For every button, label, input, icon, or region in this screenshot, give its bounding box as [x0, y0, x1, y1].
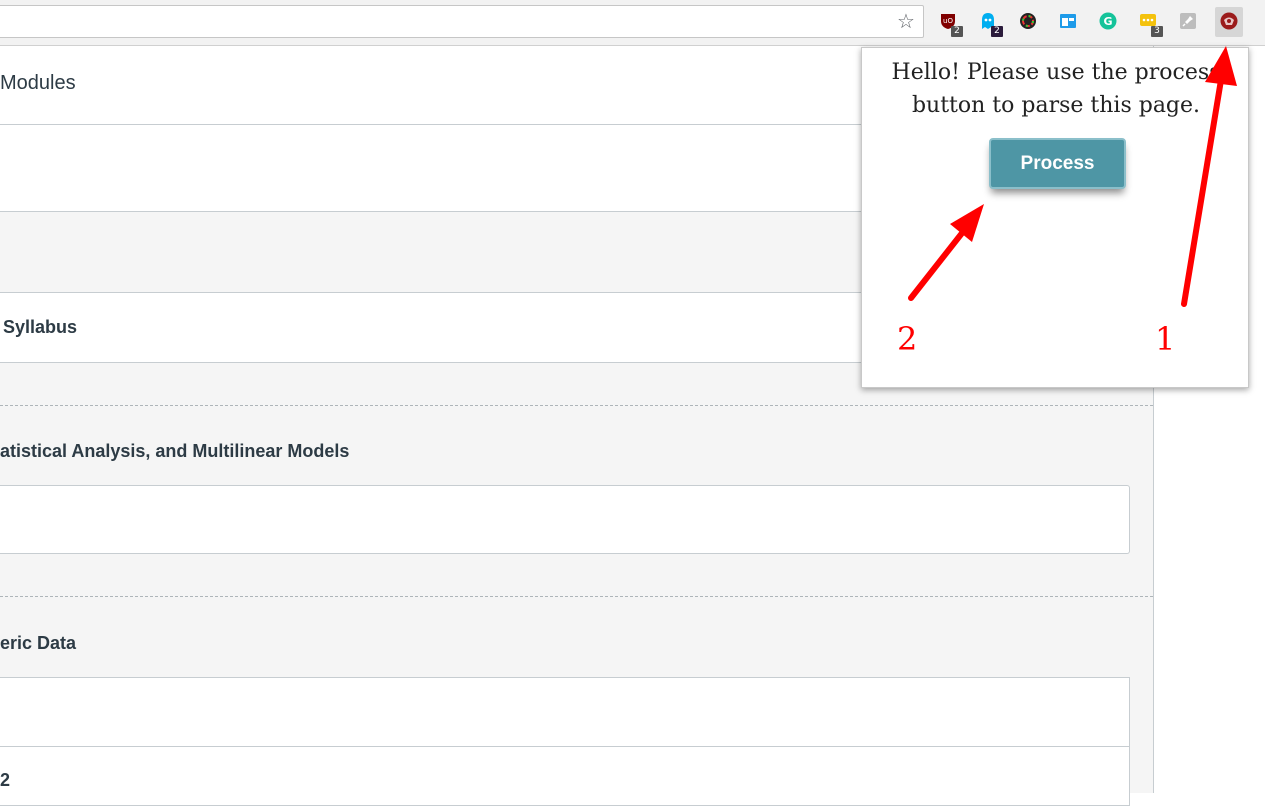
svg-text:G: G [1103, 15, 1112, 28]
parser-extension-button[interactable] [1215, 7, 1243, 37]
pin-icon [1180, 13, 1196, 29]
pin-extension-button[interactable] [1177, 10, 1199, 34]
module-item-row[interactable] [0, 677, 1130, 747]
ghostery-extension-button[interactable]: 2 [977, 10, 1003, 37]
module-item-row[interactable]: 2 [0, 746, 1130, 806]
svg-text:uO: uO [943, 17, 953, 25]
syllabus-link[interactable]: Syllabus [3, 317, 77, 338]
module-divider [0, 405, 1153, 406]
color-extension-button[interactable] [1017, 10, 1039, 34]
window-icon [1060, 14, 1076, 28]
address-bar[interactable]: s ☆ [0, 5, 924, 38]
popup-message: Hello! Please use the process button to … [891, 60, 1221, 118]
module-title[interactable]: atistical Analysis, and Multilinear Mode… [0, 441, 349, 462]
ghostery-badge: 2 [991, 26, 1003, 37]
grammarly-extension-button[interactable]: G [1097, 10, 1119, 34]
crest-icon [1220, 12, 1238, 30]
color-wheel-icon [1020, 13, 1036, 29]
process-button[interactable]: Process [989, 138, 1126, 189]
bookmark-star-icon[interactable]: ☆ [895, 10, 917, 34]
module-item-text[interactable]: 2 [0, 770, 10, 791]
ublock-extension-button[interactable]: uO 2 [937, 10, 963, 37]
extension-popup: Hello! Please use the process button to … [861, 47, 1249, 388]
module-divider [0, 596, 1153, 597]
module-title[interactable]: eric Data [0, 633, 76, 654]
grammarly-icon: G [1099, 12, 1117, 30]
browser-toolbar: s ☆ uO 2 2 G 3 [0, 0, 1265, 46]
chat-extension-button[interactable]: 3 [1137, 10, 1163, 37]
annotation-label-1: 1 [1155, 320, 1176, 358]
annotation-label-2: 2 [897, 320, 918, 358]
chat-badge: 3 [1151, 26, 1163, 37]
window-extension-button[interactable] [1057, 10, 1079, 34]
ublock-badge: 2 [951, 26, 963, 37]
module-item-row[interactable] [0, 485, 1130, 554]
page-title: Modules [0, 72, 76, 94]
